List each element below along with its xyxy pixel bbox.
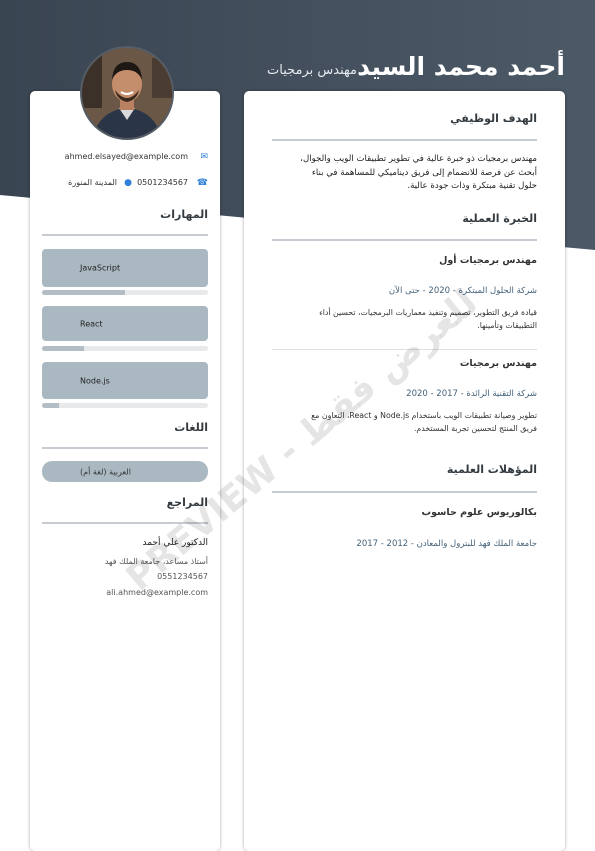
objective-line: مهندس برمجيات ذو خبرة عالية في تطوير تطب…: [300, 154, 537, 164]
job-title: مهندس برمجيات: [267, 63, 357, 78]
job-description-line: قيادة فريق التطوير، تصميم وتنفيذ معماريا…: [319, 308, 537, 317]
job-description-line: التطبيقات وتأمينها.: [477, 321, 537, 330]
job-description-2: تطوير وصيانة تطبيقات الويب باستخدام Node…: [275, 409, 537, 435]
job-company-1: شركة الحلول المبتكرة - 2020 - حتى الآن: [388, 286, 537, 296]
location-icon: ●: [124, 178, 132, 188]
avatar: [80, 46, 174, 140]
skill-progress-fill: [42, 403, 59, 408]
skill-progress-fill: [42, 346, 84, 351]
objective-text: مهندس برمجيات ذو خبرة عالية في تطوير تطب…: [300, 153, 537, 194]
objective-title: الهدف الوظيفي: [450, 112, 537, 125]
job-title-1: مهندس برمجيات أول: [439, 255, 537, 266]
education-divider: [272, 491, 537, 493]
skills-title: المهارات: [160, 208, 208, 221]
skill-label: JavaScript: [80, 263, 121, 273]
job-company-2: شركة التقنية الرائدة - 2017 - 2020: [406, 389, 537, 399]
job-separator: [272, 349, 537, 350]
language-label: العربية (لغة أم): [80, 467, 131, 476]
education-title: المؤهلات العلمية: [446, 463, 537, 476]
job-description-line: تطوير وصيانة تطبيقات الويب باستخدام Node…: [311, 411, 537, 420]
contact-phone: 0501234567: [137, 178, 188, 187]
skill-bar-nodejs: Node.js: [42, 362, 208, 399]
reference-position: أستاذ مساعد، جامعة الملك فهد: [104, 557, 208, 566]
skills-divider: [42, 234, 208, 236]
skill-progress-nodejs: [42, 403, 208, 408]
email-icon: ✉: [200, 152, 208, 162]
reference-email: ali.ahmed@example.com: [106, 588, 208, 597]
languages-title: اللغات: [174, 421, 208, 434]
skill-label: React: [80, 319, 103, 328]
skill-progress-fill: [42, 290, 125, 295]
skill-progress-javascript: [42, 290, 208, 295]
skill-bar-javascript: JavaScript: [42, 249, 208, 287]
main-card: الهدف الوظيفي مهندس برمجيات ذو خبرة عالي…: [244, 91, 565, 851]
languages-divider: [42, 447, 208, 449]
education-school: جامعة الملك فهد للبترول والمعادن - 2012 …: [356, 539, 537, 549]
skill-label: Node.js: [80, 376, 110, 385]
reference-phone: 0551234567: [157, 572, 208, 581]
skill-progress-react: [42, 346, 208, 351]
job-description-line: فريق المنتج لتحسين تجربة المستخدم.: [413, 424, 537, 433]
education-degree: بكالوريوس علوم حاسوب: [421, 507, 537, 518]
contact-city: المدينة المنورة: [68, 178, 117, 187]
experience-title: الخبرة العملية: [462, 212, 537, 225]
job-title-2: مهندس برمجيات: [459, 358, 537, 369]
job-description-1: قيادة فريق التطوير، تصميم وتنفيذ معماريا…: [275, 306, 537, 332]
language-item: العربية (لغة أم): [42, 461, 208, 482]
candidate-name: أحمد محمد السيد: [357, 52, 565, 81]
skill-bar-react: React: [42, 306, 208, 341]
experience-divider: [272, 239, 537, 241]
objective-line: حلول تقنية مبتكرة وذات جودة عالية.: [407, 181, 537, 191]
references-divider: [42, 522, 208, 524]
phone-icon: ☎: [196, 178, 208, 188]
references-title: المراجع: [166, 496, 208, 509]
sidebar-card: ✉ ahmed.elsayed@example.com ☎ 0501234567…: [30, 91, 220, 851]
objective-line: أبحث عن فرصة للانضمام إلى فريق ديناميكي …: [311, 167, 537, 178]
reference-name: الدكتور علي أحمد: [142, 538, 208, 548]
objective-divider: [272, 139, 537, 141]
contact-email: ahmed.elsayed@example.com: [64, 152, 188, 161]
